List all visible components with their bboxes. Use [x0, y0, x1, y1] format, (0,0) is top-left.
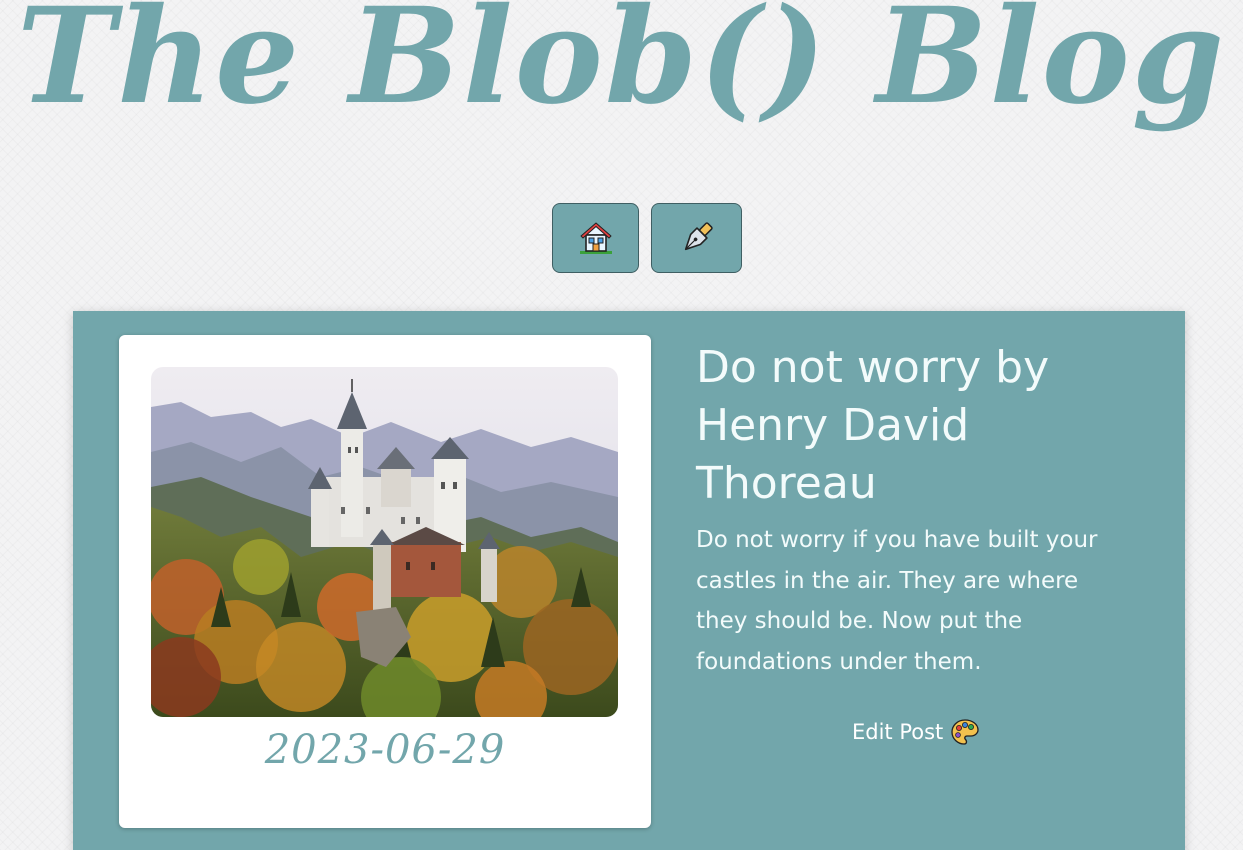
pen-nib-icon — [684, 222, 713, 251]
main-nav — [552, 203, 742, 273]
post-title: Do not worry by Henry David Thoreau — [696, 342, 1050, 509]
post-card: 2023-06-29 Do not worry by Henry David T… — [73, 311, 1185, 850]
post-image — [151, 367, 618, 717]
site-title: The Blob() Blog — [16, 0, 1227, 134]
castle-image — [151, 367, 618, 717]
post-body: Do not worry if you have built your cast… — [696, 527, 1098, 675]
palette-icon — [951, 719, 979, 745]
write-post-button[interactable] — [651, 203, 742, 273]
edit-post-label: Edit Post — [852, 720, 944, 744]
house-icon — [579, 222, 612, 254]
post-image-frame: 2023-06-29 — [119, 335, 651, 828]
post-date: 2023-06-29 — [264, 727, 506, 773]
home-button[interactable] — [552, 203, 639, 273]
edit-post-button[interactable]: Edit Post — [852, 718, 979, 746]
